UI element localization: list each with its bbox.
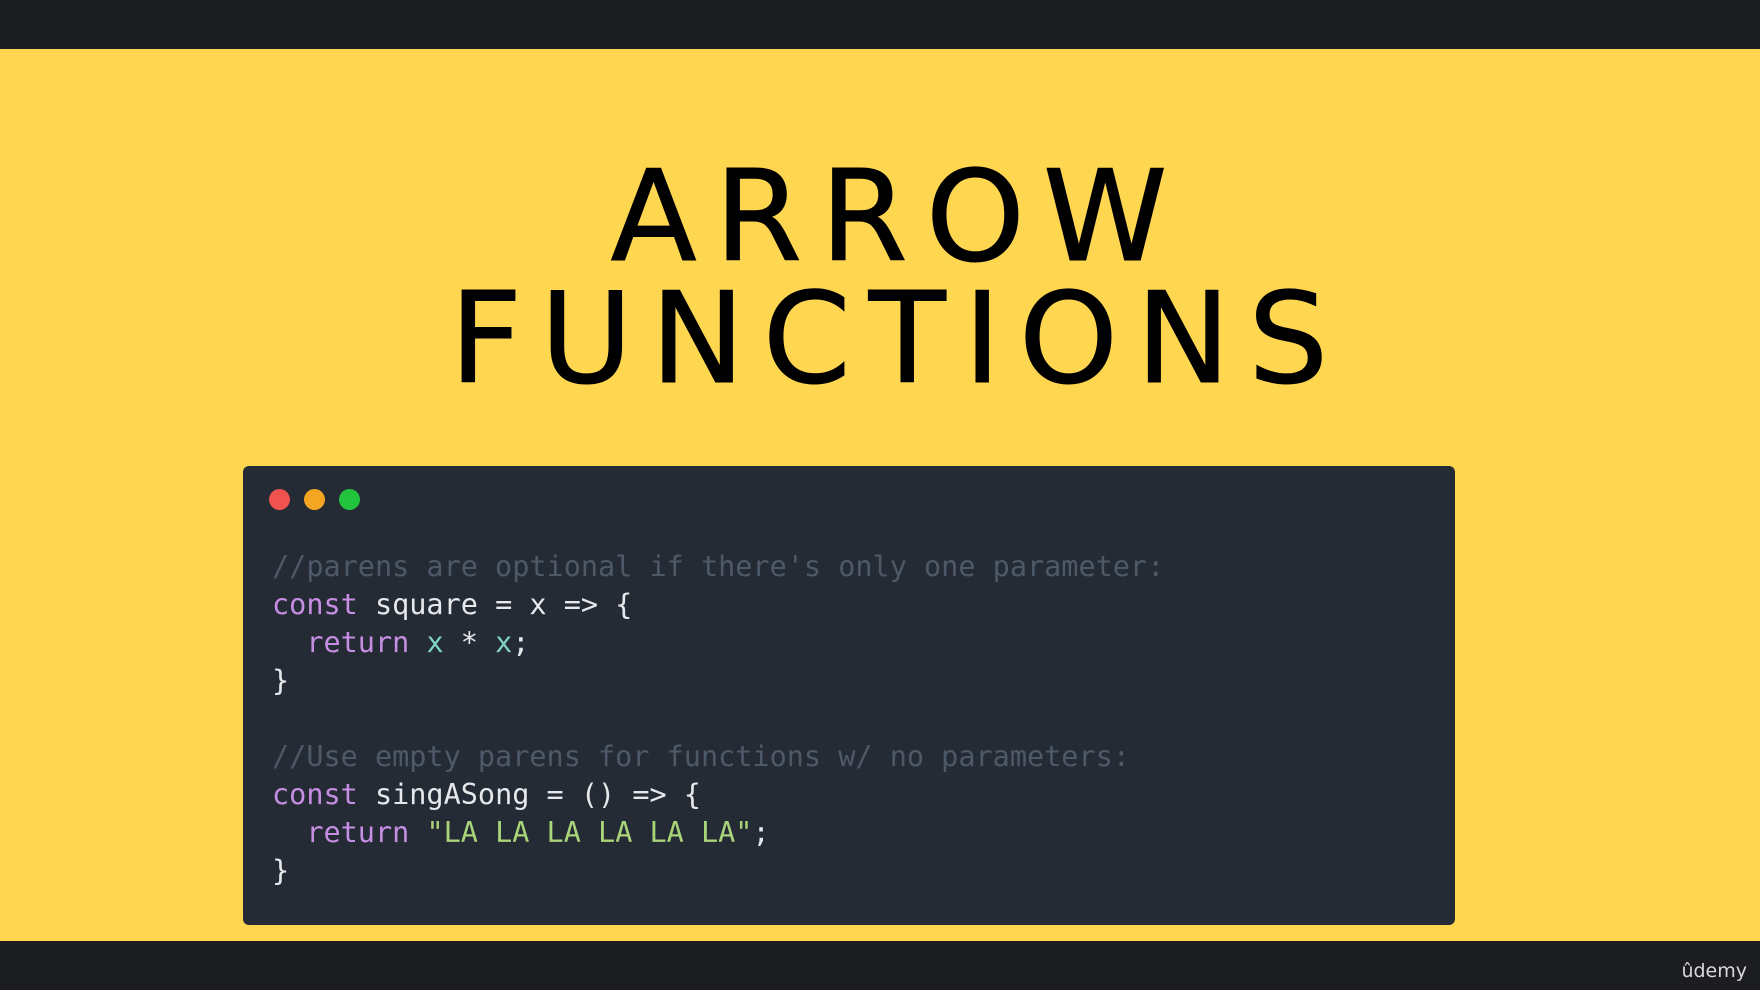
code-token-plain: ; xyxy=(512,626,530,659)
code-line: //parens are optional if there's only on… xyxy=(272,548,1164,586)
code-token-keyword: return xyxy=(306,816,410,849)
code-window: //parens are optional if there's only on… xyxy=(243,466,1455,925)
code-token-plain: } xyxy=(272,664,290,697)
code-line: return "LA LA LA LA LA LA"; xyxy=(272,814,1164,852)
code-token-comment: //Use empty parens for functions w/ no p… xyxy=(272,740,1130,773)
code-token-plain: square = x => { xyxy=(357,588,633,621)
code-line: const singASong = () => { xyxy=(272,776,1164,814)
code-line: } xyxy=(272,662,1164,700)
code-token-plain: } xyxy=(272,854,290,887)
maximize-dot-icon xyxy=(339,489,360,510)
code-token-keyword: const xyxy=(272,778,358,811)
slide: ARROW FUNCTIONS //parens are optional if… xyxy=(0,49,1760,941)
code-token-var: x xyxy=(426,626,444,659)
letterbox-bottom: ûdemy xyxy=(0,941,1760,990)
minimize-dot-icon xyxy=(304,489,325,510)
letterbox-top xyxy=(0,0,1760,49)
code-token-string: "LA LA LA LA LA LA" xyxy=(426,816,753,849)
code-token-plain: singASong = () => { xyxy=(357,778,701,811)
slide-title-line-1: ARROW xyxy=(610,143,1186,290)
code-token-plain: ; xyxy=(752,816,770,849)
code-line: //Use empty parens for functions w/ no p… xyxy=(272,738,1164,776)
code-token-keyword: return xyxy=(306,626,410,659)
code-token-keyword: const xyxy=(272,588,358,621)
close-dot-icon xyxy=(269,489,290,510)
code-block: //parens are optional if there's only on… xyxy=(272,548,1164,890)
code-token-plain: * xyxy=(443,626,496,659)
code-line: const square = x => { xyxy=(272,586,1164,624)
window-controls xyxy=(269,489,360,510)
udemy-logo: ûdemy xyxy=(1681,960,1747,982)
code-token-var: x xyxy=(495,626,513,659)
video-frame: ARROW FUNCTIONS //parens are optional if… xyxy=(0,0,1760,990)
slide-title-line-2: FUNCTIONS xyxy=(449,265,1347,412)
code-line: return x * x; xyxy=(272,624,1164,662)
code-token-comment: //parens are optional if there's only on… xyxy=(272,550,1165,583)
code-line: } xyxy=(272,852,1164,890)
